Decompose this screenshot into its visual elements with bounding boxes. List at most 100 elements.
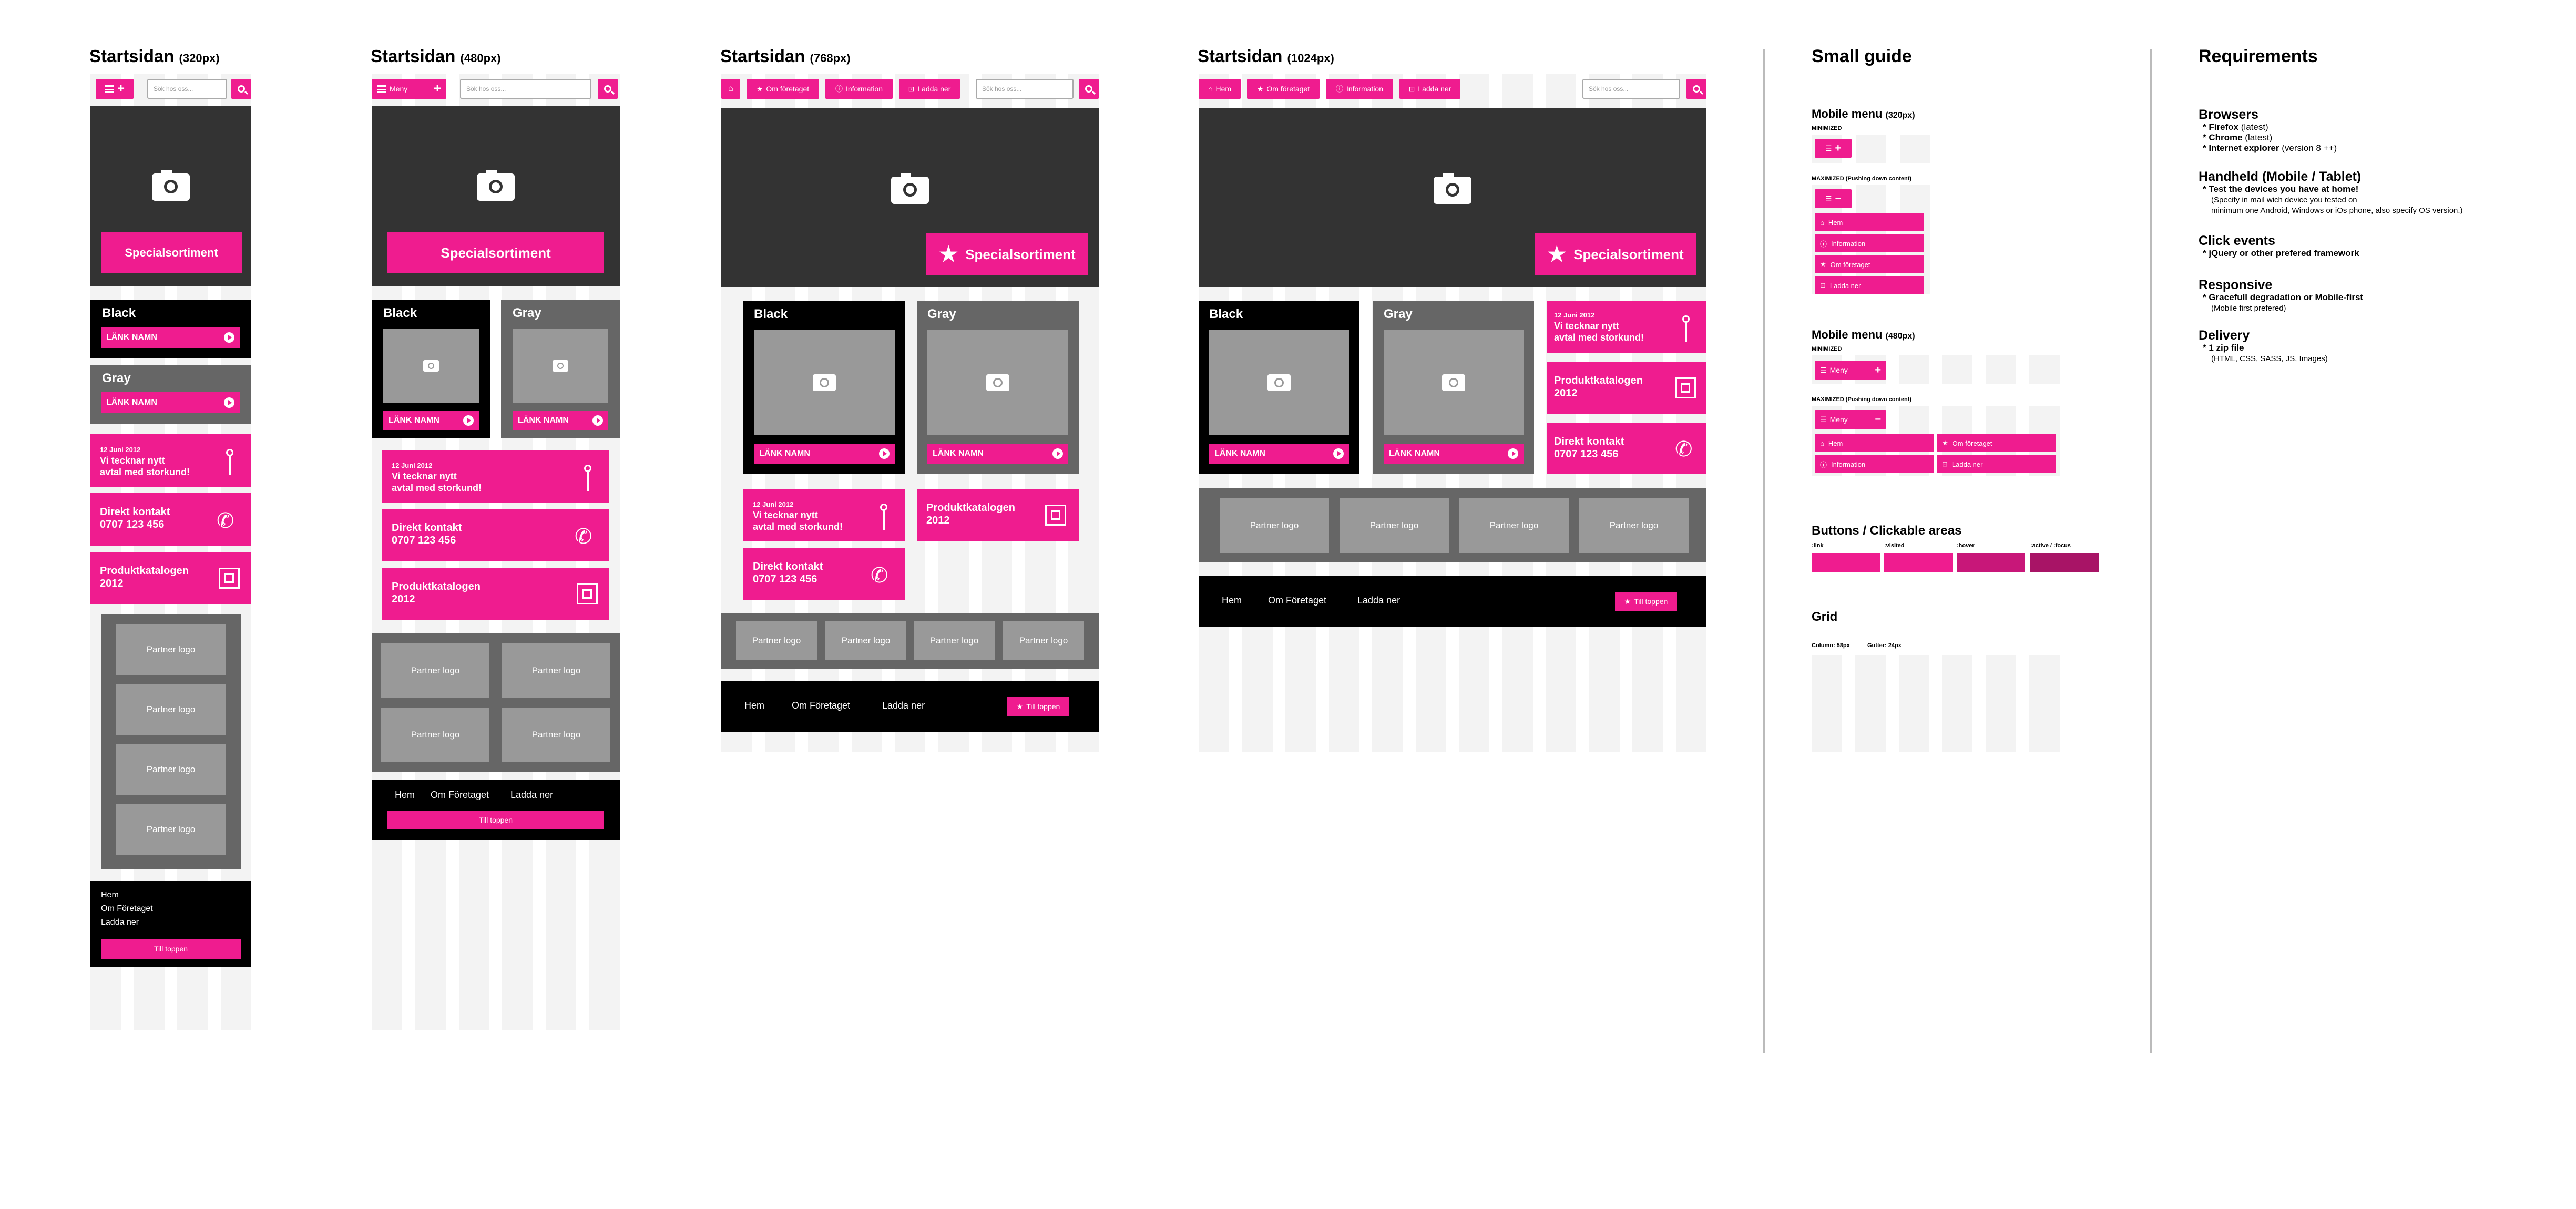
menu-item-about[interactable]: ★ Om företaget xyxy=(1937,434,2056,452)
partner-logo[interactable]: Partner logo xyxy=(1003,621,1084,660)
menu-item-download[interactable]: ⊡ Ladda ner xyxy=(1815,276,1924,294)
footer-link-home[interactable]: Hem xyxy=(1222,595,1242,606)
req-responsive-2: (Mobile first prefered) xyxy=(2211,304,2286,313)
special-button[interactable]: Specialsortiment xyxy=(387,232,604,273)
partner-logo[interactable]: Partner logo xyxy=(381,643,489,698)
nav-information[interactable]: ⓘ Information xyxy=(825,79,893,99)
to-top-button[interactable]: ★ Till toppen xyxy=(1615,592,1677,611)
partner-logo[interactable]: Partner logo xyxy=(116,744,226,795)
partner-logo[interactable]: Partner logo xyxy=(116,804,226,855)
partner-logo[interactable]: Partner logo xyxy=(1220,498,1329,553)
footer-link-home[interactable]: Hem xyxy=(101,890,119,900)
search-input[interactable]: Sök hos oss... xyxy=(460,79,591,99)
partner-logo[interactable]: Partner logo xyxy=(1340,498,1449,553)
special-button[interactable]: ★ Specialsortiment xyxy=(1535,233,1696,275)
menu-item-information[interactable]: ⓘ Information xyxy=(1815,455,1934,473)
link-button[interactable]: LÄNK NAMN xyxy=(1384,444,1524,464)
link-button[interactable]: LÄNK NAMN xyxy=(101,392,240,413)
swatch-link[interactable] xyxy=(1812,553,1880,572)
star-icon: ★ xyxy=(1256,84,1264,93)
mobile-menu-480-title: Mobile menu (480px) xyxy=(1812,328,1915,341)
partner-logo[interactable]: Partner logo xyxy=(914,621,995,660)
menu-button[interactable]: Meny + xyxy=(372,79,446,99)
to-top-button[interactable]: Till toppen xyxy=(101,939,241,959)
search-input[interactable]: Sök hos oss... xyxy=(1582,79,1680,99)
footer-link-about[interactable]: Om Företaget xyxy=(1268,595,1326,606)
contact-box[interactable]: Direkt kontakt 0707 123 456 ✆ xyxy=(382,509,609,561)
to-top-button[interactable]: Till toppen xyxy=(387,811,604,829)
nav-about[interactable]: ★ Om företaget xyxy=(747,79,819,99)
menu-item-download[interactable]: ⊡ Ladda ner xyxy=(1937,455,2056,473)
footer-link-download[interactable]: Ladda ner xyxy=(101,918,139,927)
catalog-box[interactable]: Produktkatalogen 2012 xyxy=(917,489,1079,541)
partner-logo[interactable]: Partner logo xyxy=(116,624,226,675)
footer-link-download[interactable]: Ladda ner xyxy=(882,700,925,711)
menu-item-home[interactable]: ⌂ Hem xyxy=(1815,213,1924,231)
partner-logo[interactable]: Partner logo xyxy=(381,708,489,762)
req-responsive-1: * Gracefull degradation or Mobile-first xyxy=(2203,292,2364,302)
footer-link-download[interactable]: Ladda ner xyxy=(510,790,553,801)
footer-link-about[interactable]: Om Företaget xyxy=(101,904,153,914)
search-button[interactable] xyxy=(598,79,618,99)
special-button[interactable]: Specialsortiment xyxy=(101,232,242,273)
card-black: Black LÄNK NAMN xyxy=(1199,301,1359,474)
footer-link-about[interactable]: Om Företaget xyxy=(431,790,489,801)
mini-menu-button[interactable]: ☰ + xyxy=(1815,139,1852,158)
nav-home[interactable]: ⌂ Hem xyxy=(1199,79,1241,99)
link-button[interactable]: LÄNK NAMN xyxy=(754,444,895,464)
divider xyxy=(1763,49,1765,1053)
nav-download[interactable]: ⊡ Ladda ner xyxy=(1399,79,1460,99)
search-input[interactable]: Sök hos oss... xyxy=(147,79,227,99)
partner-logo[interactable]: Partner logo xyxy=(736,621,817,660)
catalog-box[interactable]: Produktkatalogen 2012 xyxy=(90,552,251,605)
partner-logo[interactable]: Partner logo xyxy=(502,643,610,698)
partner-logo[interactable]: Partner logo xyxy=(116,684,226,735)
link-button[interactable]: LÄNK NAMN xyxy=(101,327,240,348)
swatch-visited[interactable] xyxy=(1884,553,1953,572)
swatch-hover[interactable] xyxy=(1957,553,2025,572)
card-gray: Gray LÄNK NAMN xyxy=(501,300,620,438)
contact-box[interactable]: Direkt kontakt 0707 123 456 ✆ xyxy=(1547,423,1706,474)
to-top-button[interactable]: ★ Till toppen xyxy=(1007,697,1069,716)
contact-box[interactable]: Direkt kontakt 0707 123 456 ✆ xyxy=(743,548,905,600)
search-button[interactable] xyxy=(1686,79,1706,99)
partner-logo[interactable]: Partner logo xyxy=(825,621,906,660)
news-box[interactable]: 12 Juni 2012 Vi tecknar nytt avtal med s… xyxy=(1547,301,1706,353)
nav-information[interactable]: ⓘ Information xyxy=(1326,79,1393,99)
card-title: Gray xyxy=(927,307,956,321)
home-button[interactable]: ⌂ xyxy=(721,79,740,99)
nav-about[interactable]: ★ Om företaget xyxy=(1247,79,1320,99)
news-box[interactable]: 12 Juni 2012 Vi tecknar nytt avtal med s… xyxy=(382,450,609,503)
partner-logo[interactable]: Partner logo xyxy=(1459,498,1569,553)
link-button[interactable]: LÄNK NAMN xyxy=(383,411,479,430)
catalog-box[interactable]: Produktkatalogen 2012 xyxy=(382,568,609,620)
arrow-icon xyxy=(1508,448,1518,459)
menu-item-home[interactable]: ⌂ Hem xyxy=(1815,434,1934,452)
footer-link-home[interactable]: Hem xyxy=(744,700,764,711)
partner-logo[interactable]: Partner logo xyxy=(502,708,610,762)
mini-menu-button[interactable]: ☰ Meny + xyxy=(1815,361,1886,380)
mobile-menu-button[interactable]: + xyxy=(96,79,134,99)
partner-logo[interactable]: Partner logo xyxy=(1579,498,1689,553)
catalog-box[interactable]: Produktkatalogen 2012 xyxy=(1547,362,1706,414)
nav-download[interactable]: ⊡ Ladda ner xyxy=(899,79,960,99)
search-button[interactable] xyxy=(1079,79,1099,99)
card-title: Gray xyxy=(1384,307,1413,321)
news-box[interactable]: 12 Juni 2012 Vi tecknar nytt avtal med s… xyxy=(90,434,251,487)
contact-box[interactable]: Direkt kontakt 0707 123 456 ✆ xyxy=(90,493,251,546)
max-menu-button[interactable]: ☰ − xyxy=(1815,189,1852,208)
menu-item-about[interactable]: ★ Om företaget xyxy=(1815,255,1924,273)
footer-link-download[interactable]: Ladda ner xyxy=(1357,595,1400,606)
link-button[interactable]: LÄNK NAMN xyxy=(513,411,608,430)
news-box[interactable]: 12 Juni 2012 Vi tecknar nytt avtal med s… xyxy=(743,489,905,541)
link-button[interactable]: LÄNK NAMN xyxy=(927,444,1068,464)
footer-link-home[interactable]: Hem xyxy=(395,790,415,801)
menu-item-information[interactable]: ⓘ Information xyxy=(1815,234,1924,252)
swatch-active[interactable] xyxy=(2030,553,2099,572)
link-button[interactable]: LÄNK NAMN xyxy=(1209,444,1349,464)
special-button[interactable]: ★ Specialsortiment xyxy=(926,233,1088,275)
search-button[interactable] xyxy=(231,79,251,99)
footer-link-about[interactable]: Om Företaget xyxy=(792,700,850,711)
search-input[interactable]: Sök hos oss... xyxy=(976,79,1074,99)
max-menu-button[interactable]: ☰ Meny − xyxy=(1815,410,1886,429)
